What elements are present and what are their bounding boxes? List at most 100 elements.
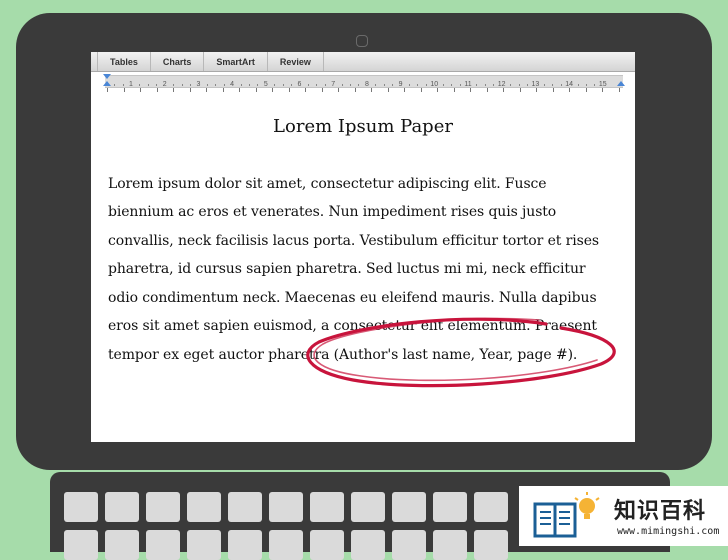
ruler-number: 12 <box>497 81 506 88</box>
ruler-dot <box>181 84 183 86</box>
ruler-number: 8 <box>364 81 369 88</box>
ruler-number: 3 <box>196 81 201 88</box>
ruler-dot <box>560 84 562 86</box>
ruler-dot <box>510 84 512 86</box>
ruler-dot <box>291 84 293 86</box>
ruler-tick <box>272 88 273 92</box>
ruler-tick <box>305 88 306 92</box>
ruler-dot <box>425 84 427 86</box>
ruler-dot <box>417 84 419 86</box>
keyboard-key <box>64 492 98 522</box>
keyboard-key <box>310 530 344 560</box>
paragraph-line: Lorem ipsum dolor sit amet, consectetur … <box>108 176 547 192</box>
keyboard-key <box>146 530 180 560</box>
ruler-number: 6 <box>297 81 302 88</box>
ruler-number: 7 <box>331 81 336 88</box>
ruler-tick <box>239 88 240 92</box>
ruler-tick <box>569 88 570 92</box>
ruler-dot <box>173 84 175 86</box>
ruler-dot <box>484 84 486 86</box>
ruler-number: 4 <box>230 81 235 88</box>
ruler-number: 2 <box>162 81 167 88</box>
ruler-dot <box>526 84 528 86</box>
ruler-tick <box>255 88 257 92</box>
first-line-indent-marker[interactable] <box>103 74 111 79</box>
left-indent-marker[interactable] <box>103 81 111 86</box>
keyboard-key <box>351 492 385 522</box>
paragraph-line: odio condimentum neck. Maecenas eu eleif… <box>108 290 597 306</box>
ruler-tick <box>206 88 207 92</box>
watermark-url: www.mimingshi.com <box>617 526 720 537</box>
ruler-dot <box>594 84 596 86</box>
keyboard-key <box>310 492 344 522</box>
ruler-dot <box>240 84 242 86</box>
ruler-tick <box>338 88 339 92</box>
ruler-dot <box>114 84 116 86</box>
tab-smartart[interactable]: SmartArt <box>204 52 268 71</box>
ruler-dot <box>223 84 225 86</box>
ruler-dot <box>189 84 191 86</box>
ruler-tick <box>107 88 108 92</box>
ruler-tick <box>453 88 455 92</box>
ruler-dot <box>392 84 394 86</box>
ruler-tick <box>387 88 389 92</box>
ruler-tick <box>585 88 587 92</box>
ruler-dot <box>156 84 158 86</box>
ruler-dot <box>139 84 141 86</box>
ruler-dot <box>248 84 250 86</box>
ruler-tick <box>156 88 158 92</box>
keyboard-key <box>64 530 98 560</box>
ruler-dot <box>585 84 587 86</box>
ruler-number: 5 <box>263 81 268 88</box>
keyboard-key <box>351 530 385 560</box>
ruler-dot <box>282 84 284 86</box>
ruler-dot <box>577 84 579 86</box>
paragraph-line: convallis, neck facilisis lacus porta. V… <box>108 233 599 249</box>
ruler-dot <box>341 84 343 86</box>
ruler-dot <box>543 84 545 86</box>
paragraph-line: biennium ac eros et venerates. Nun imped… <box>108 204 557 220</box>
paragraph-line: pharetra, id cursus sapien pharetra. Sed… <box>108 261 586 277</box>
ruler-dot <box>274 84 276 86</box>
ruler-tick <box>173 88 174 92</box>
keyboard-key <box>474 492 508 522</box>
tab-tables[interactable]: Tables <box>97 52 151 71</box>
keyboard-key <box>228 530 262 560</box>
book-lightbulb-icon <box>533 492 600 538</box>
ruler-dot <box>493 84 495 86</box>
ruler-dot <box>451 84 453 86</box>
tab-charts[interactable]: Charts <box>151 52 205 71</box>
ruler-tick <box>321 88 323 92</box>
keyboard-key <box>474 530 508 560</box>
ruler-tick <box>404 88 405 92</box>
keyboard-key <box>228 492 262 522</box>
ruler-number: 1 <box>129 81 133 88</box>
ribbon-tab-bar: Tables Charts SmartArt Review <box>91 52 635 72</box>
ruler-tick <box>552 88 554 92</box>
right-indent-marker[interactable] <box>617 81 625 86</box>
ruler-dot <box>552 84 554 86</box>
ruler-tick <box>470 88 471 92</box>
ruler-tick <box>123 88 125 92</box>
ruler-dot <box>147 84 149 86</box>
keyboard-key <box>392 492 426 522</box>
keyboard-key <box>105 492 139 522</box>
ruler-dot <box>350 84 352 86</box>
keyboard-key <box>392 530 426 560</box>
ruler-tick <box>503 88 504 92</box>
ruler-dot <box>442 84 444 86</box>
keyboard-key <box>146 492 180 522</box>
ruler-dot <box>206 84 208 86</box>
ruler-dot <box>307 84 309 86</box>
ruler-tick <box>354 88 356 92</box>
keyboard-key <box>187 530 221 560</box>
ruler-tick <box>437 88 438 92</box>
ruler-tick <box>602 88 603 92</box>
keyboard-key <box>105 530 139 560</box>
keyboard-key <box>269 492 303 522</box>
ruler-dot <box>375 84 377 86</box>
ruler-tick <box>536 88 537 92</box>
ruler-dot <box>324 84 326 86</box>
ruler-tick <box>288 88 290 92</box>
tab-review[interactable]: Review <box>268 52 324 71</box>
